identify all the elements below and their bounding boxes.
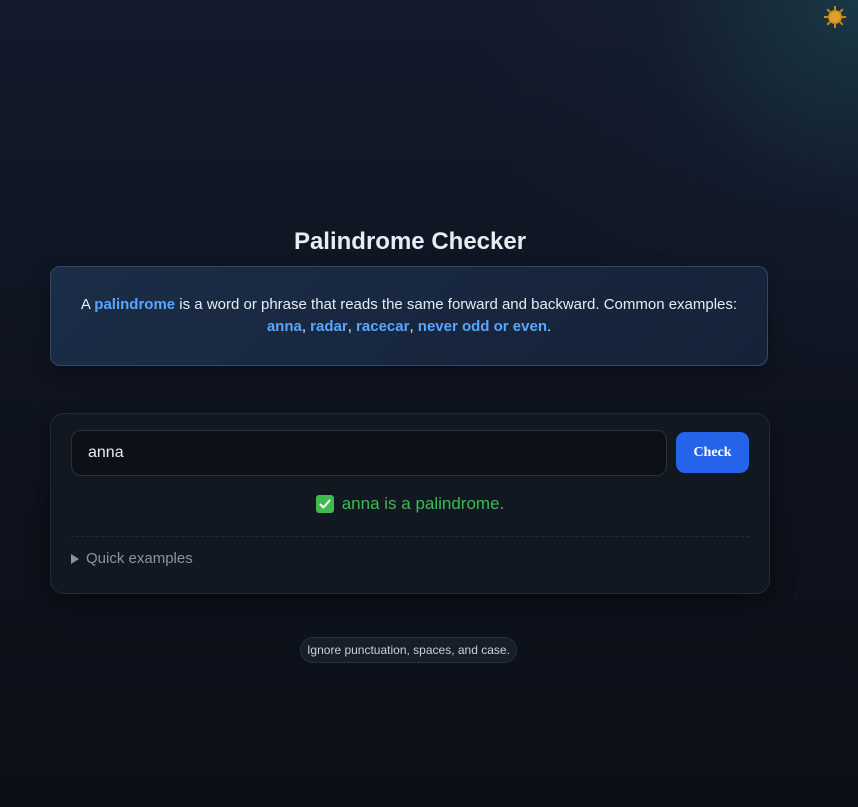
checker-card: Check anna is a palindrome. Quick exampl… <box>50 413 770 594</box>
hint-badge: Ignore punctuation, spaces, and case. <box>300 637 517 663</box>
separator: , <box>347 318 357 335</box>
example-link-racecar[interactable]: racecar <box>356 318 409 335</box>
info-prefix: A <box>80 296 95 313</box>
info-line-1: A palindrome is a word or phrase that re… <box>81 294 737 316</box>
separator: , <box>409 318 418 335</box>
triangle-right-icon <box>71 553 79 564</box>
separator: , <box>301 318 311 335</box>
info-suffix: . <box>547 318 552 335</box>
palindrome-term: palindrome <box>94 296 176 313</box>
info-middle: is a word or phrase that reads the same … <box>175 296 738 313</box>
check-button[interactable]: Check <box>676 432 749 473</box>
divider <box>71 536 749 537</box>
quick-examples-toggle[interactable]: Quick examples <box>71 550 193 567</box>
info-card: A palindrome is a word or phrase that re… <box>50 266 768 366</box>
checkbox-checked-icon <box>315 495 334 513</box>
page-title: Palindrome Checker <box>293 228 527 255</box>
info-line-2: anna, radar, racecar, never odd or even. <box>267 316 551 338</box>
example-link-radar[interactable]: radar <box>310 318 348 335</box>
text-input[interactable] <box>71 430 667 476</box>
quick-examples-label: Quick examples <box>86 550 193 567</box>
example-link-anna[interactable]: anna <box>267 318 302 335</box>
result-message: anna is a palindrome. <box>51 494 769 514</box>
example-link-never-odd-or-even[interactable]: never odd or even <box>418 318 547 335</box>
result-text: anna is a palindrome. <box>341 494 505 513</box>
theme-toggle-button[interactable] <box>824 6 846 28</box>
sun-icon <box>824 6 846 28</box>
